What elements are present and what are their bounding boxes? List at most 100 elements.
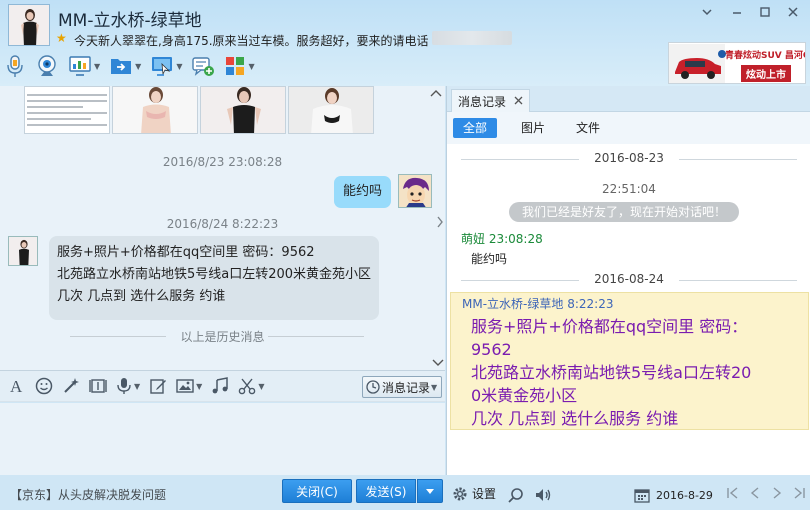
- record-filters: 全部 图片 文件: [447, 112, 810, 144]
- message-timestamp: 2016/8/23 23:08:28: [162, 155, 283, 169]
- input-toolbar: A ▼ ▼ ▼ 消息记录 ▼: [0, 370, 445, 402]
- date-label: 2016-8-29: [656, 489, 713, 502]
- shared-image[interactable]: [112, 86, 198, 134]
- maximize-button[interactable]: [756, 6, 774, 24]
- chevron-down-icon[interactable]: ▼: [135, 62, 141, 71]
- message-timestamp: 2016/8/24 8:22:23: [166, 217, 279, 231]
- gear-icon: [453, 487, 467, 500]
- gif-icon[interactable]: [89, 377, 107, 395]
- record-tabbar: 消息记录: [447, 86, 810, 112]
- ad-banner[interactable]: 青春炫动SUV 昌河Q35 炫动上市: [668, 42, 806, 84]
- chevron-down-icon[interactable]: ▼: [248, 62, 254, 71]
- voice-icon: [117, 378, 131, 394]
- filter-all[interactable]: 全部: [453, 118, 498, 138]
- record-sender: 萌妞 23:08:28: [461, 230, 543, 247]
- record-time: 22:51:04: [602, 182, 656, 196]
- remote-desktop-button[interactable]: ▼: [150, 55, 182, 77]
- create-group-button[interactable]: [191, 55, 215, 77]
- mic-icon: [7, 55, 23, 77]
- shared-image[interactable]: [288, 86, 374, 134]
- magic-icon[interactable]: [62, 377, 80, 395]
- send-button[interactable]: 发送(S): [356, 479, 416, 503]
- minimize-button[interactable]: [728, 6, 746, 24]
- voice-message-button[interactable]: ▼: [116, 377, 140, 395]
- chevron-right-icon[interactable]: [436, 216, 444, 231]
- filter-files[interactable]: 文件: [566, 118, 610, 138]
- next-page-icon[interactable]: [770, 486, 784, 503]
- chevron-up-icon[interactable]: [430, 88, 442, 101]
- edit-icon[interactable]: [149, 377, 167, 395]
- outgoing-message[interactable]: 能约吗: [334, 176, 392, 208]
- close-icon[interactable]: [514, 94, 523, 108]
- message-input[interactable]: [0, 403, 445, 475]
- chevron-down-icon: ▼: [431, 382, 438, 392]
- music-icon[interactable]: [211, 377, 229, 395]
- record-sender: MM-立水桥-绿草地 8:22:23: [462, 295, 613, 312]
- chevron-down-icon[interactable]: ▼: [258, 382, 264, 391]
- file-transfer-icon: [111, 59, 132, 74]
- sender-name: MM-立水桥-绿草地: [462, 297, 564, 311]
- record-message-highlighted[interactable]: MM-立水桥-绿草地 8:22:23 服务+照片+价格都在qq空间里 密码： 9…: [450, 292, 809, 430]
- last-page-icon[interactable]: [792, 486, 806, 503]
- sender-time: 8:22:23: [567, 297, 614, 311]
- record-pagination: [726, 486, 806, 503]
- message-line: 服务+照片+价格都在qq空间里 密码：9562: [57, 245, 315, 260]
- remote-desktop-icon: [152, 57, 173, 76]
- screenshot-button[interactable]: ▼: [238, 377, 264, 395]
- record-message[interactable]: 能约吗: [471, 250, 507, 267]
- emoji-icon[interactable]: [35, 377, 53, 395]
- message-line: 9562: [471, 340, 512, 359]
- sender-name: 萌妞: [461, 232, 486, 246]
- contact-avatar[interactable]: [8, 4, 50, 46]
- add-chat-icon: [192, 57, 215, 76]
- apps-button[interactable]: ▼: [224, 55, 255, 77]
- video-call-button[interactable]: [35, 54, 59, 78]
- photo-strip: [24, 86, 376, 134]
- chevron-down-icon[interactable]: ▼: [134, 382, 140, 391]
- promo-link[interactable]: 【京东】从头皮解决脱发问题: [10, 486, 166, 503]
- self-avatar[interactable]: [398, 174, 432, 208]
- system-message: 我们已经是好友了，现在开始对话吧！: [509, 202, 739, 222]
- message-line: 北苑路立水桥南站地铁5号线a口左转200米黄金苑小区: [57, 267, 372, 282]
- close-button[interactable]: 关闭(C): [282, 479, 352, 503]
- search-icon[interactable]: [508, 487, 524, 506]
- chat-history[interactable]: 2016/8/23 23:08:28 能约吗 2016/8/24 8:22:23…: [0, 86, 445, 370]
- calendar-icon: [634, 489, 650, 503]
- date-picker[interactable]: 2016-8-29: [634, 488, 713, 503]
- screen-share-button[interactable]: ▼: [68, 55, 100, 77]
- close-window-button[interactable]: [784, 6, 802, 24]
- filter-images[interactable]: 图片: [511, 118, 555, 138]
- history-divider: 以上是历史消息: [0, 328, 445, 344]
- star-icon: ★: [56, 31, 67, 45]
- chevron-down-icon[interactable]: ▼: [176, 62, 182, 71]
- tab-message-record[interactable]: 消息记录: [451, 89, 531, 112]
- menu-button[interactable]: [698, 6, 716, 24]
- file-transfer-button[interactable]: ▼: [109, 55, 141, 77]
- chevron-down-icon[interactable]: ▼: [94, 62, 100, 71]
- webcam-icon: [38, 55, 56, 76]
- redacted-text: [432, 31, 512, 45]
- ad-tagline: 炫动上市: [741, 65, 791, 82]
- incoming-message[interactable]: 服务+照片+价格都在qq空间里 密码：9562 北苑路立水桥南站地铁5号线a口左…: [49, 236, 379, 320]
- window-title: MM-立水桥-绿草地: [58, 11, 202, 31]
- prev-page-icon[interactable]: [748, 486, 762, 503]
- bottom-bar: 【京东】从头皮解决脱发问题 关闭(C) 发送(S) 设置 2016-8-29: [0, 475, 810, 510]
- image-button[interactable]: ▼: [176, 377, 202, 395]
- message-record-button[interactable]: 消息记录 ▼: [362, 376, 442, 398]
- speaker-icon[interactable]: [534, 487, 552, 506]
- contact-avatar-small[interactable]: [8, 236, 38, 266]
- message-record-panel: 消息记录 全部 图片 文件 2016-08-23 22:51:04 我们已经是好…: [446, 86, 810, 475]
- date-separator: 2016-08-23: [447, 151, 810, 167]
- contact-signature: 今天新人翠翠在,身高175.原来当过车模。服务超好，要来的请电话: [74, 34, 429, 48]
- chevron-down-icon[interactable]: ▼: [196, 382, 202, 391]
- shared-image[interactable]: [24, 86, 110, 134]
- message-line: 几次 几点到 选什么服务 约谁: [471, 409, 679, 428]
- shared-image[interactable]: [200, 86, 286, 134]
- font-icon[interactable]: A: [8, 377, 26, 395]
- settings-button[interactable]: 设置: [452, 485, 496, 502]
- chevron-down-icon[interactable]: [432, 358, 444, 370]
- first-page-icon[interactable]: [726, 486, 740, 503]
- image-icon: [176, 379, 194, 393]
- voice-call-button[interactable]: [4, 54, 26, 78]
- send-options-button[interactable]: [417, 479, 443, 503]
